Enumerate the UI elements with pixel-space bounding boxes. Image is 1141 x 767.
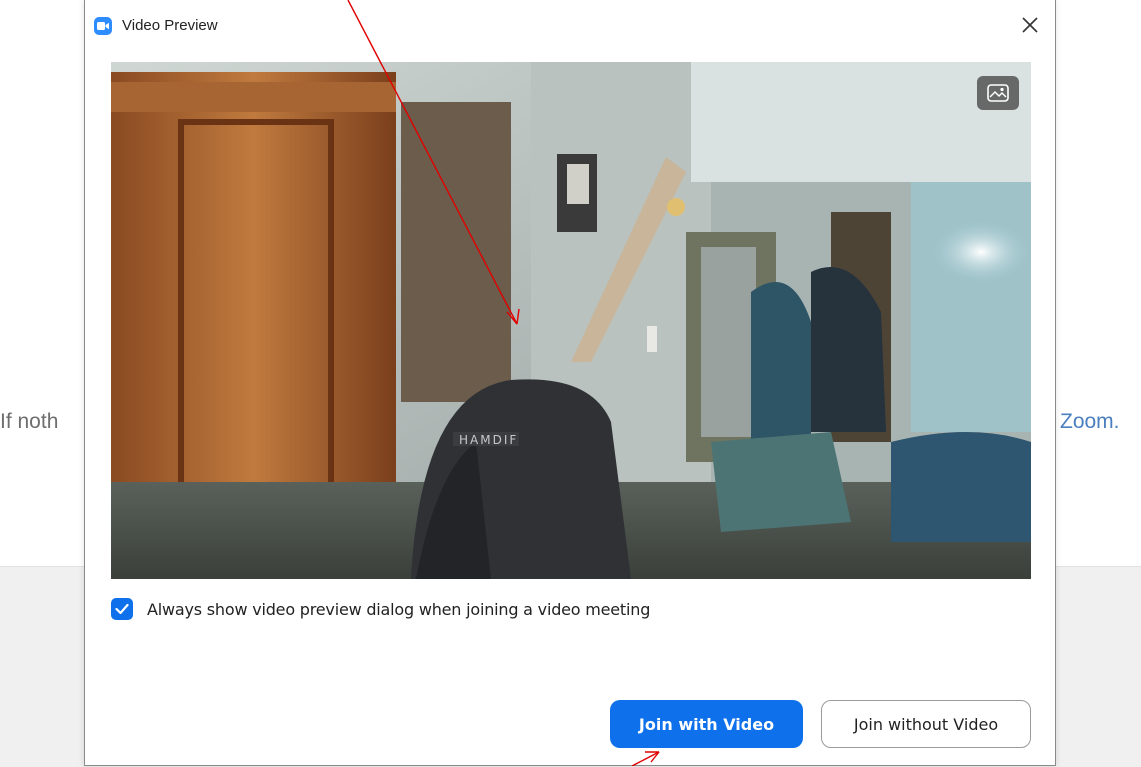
always-show-preview-option[interactable]: Always show video preview dialog when jo…	[111, 596, 650, 622]
camera-feed-image: HAMDIF	[111, 62, 1031, 579]
join-without-video-button[interactable]: Join without Video	[821, 700, 1031, 748]
join-with-video-button[interactable]: Join with Video	[610, 700, 803, 748]
camera-preview: HAMDIF	[111, 62, 1031, 579]
image-icon[interactable]	[977, 76, 1019, 110]
background-text-left: If noth	[0, 410, 59, 433]
dialog-title: Video Preview	[122, 17, 218, 34]
title-bar: Video Preview	[85, 0, 1055, 54]
close-icon[interactable]	[1017, 12, 1043, 38]
background-text-right: Zoom.	[1060, 410, 1120, 433]
zoom-camera-icon	[94, 17, 112, 35]
svg-text:HAMDIF: HAMDIF	[459, 433, 518, 447]
always-show-preview-label: Always show video preview dialog when jo…	[147, 599, 651, 619]
video-preview-dialog: Video Preview HAMDIF Always show video p…	[84, 0, 1056, 766]
always-show-preview-checkbox[interactable]	[111, 598, 133, 620]
